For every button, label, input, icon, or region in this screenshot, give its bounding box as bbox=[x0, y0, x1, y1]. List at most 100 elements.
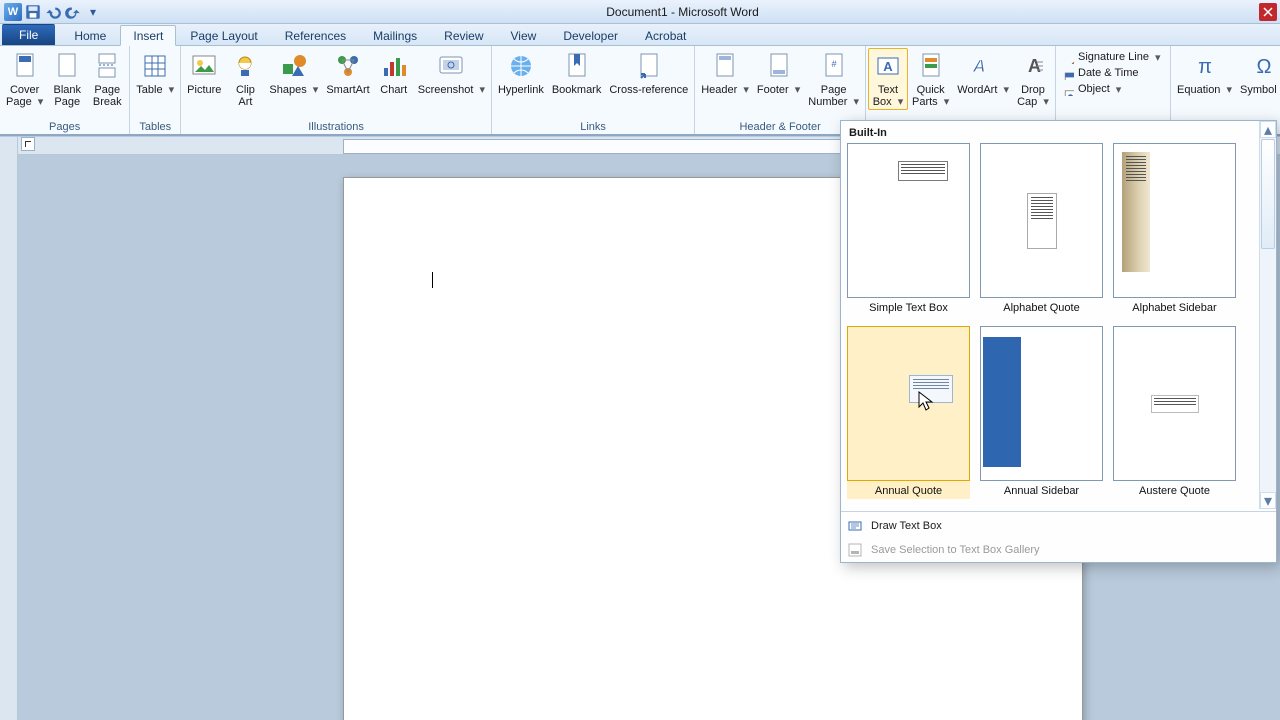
tab-home[interactable]: Home bbox=[61, 25, 119, 45]
equation-label: Equation ▾ bbox=[1177, 84, 1232, 96]
chart-button[interactable]: Chart bbox=[374, 48, 414, 98]
symbol-button[interactable]: ΩSymbol ▾ bbox=[1236, 48, 1280, 98]
undo-icon[interactable] bbox=[44, 3, 62, 21]
cover-page-button[interactable]: CoverPage ▾ bbox=[2, 48, 47, 110]
object-button[interactable]: Object▾ bbox=[1060, 82, 1166, 96]
gallery-item-simple-text-box[interactable]: Simple Text Box bbox=[847, 143, 970, 316]
wordart-icon: A bbox=[967, 50, 999, 82]
chart-icon bbox=[378, 50, 410, 82]
tab-mailings[interactable]: Mailings bbox=[360, 25, 430, 45]
gallery-item-alphabet-quote[interactable]: Alphabet Quote bbox=[980, 143, 1103, 316]
svg-text:#: # bbox=[831, 59, 836, 69]
text-box-label: TextBox ▾ bbox=[873, 84, 904, 108]
scroll-up-icon[interactable]: ▴ bbox=[1260, 121, 1276, 138]
vertical-ruler bbox=[0, 137, 18, 720]
word-art-label: WordArt ▾ bbox=[957, 84, 1009, 96]
page-break-button[interactable]: PageBreak bbox=[87, 48, 127, 110]
table-button[interactable]: Table ▾ bbox=[132, 48, 178, 98]
close-icon[interactable] bbox=[1259, 3, 1277, 21]
scroll-thumb[interactable] bbox=[1261, 139, 1275, 249]
smartart-button[interactable]: SmartArt bbox=[322, 48, 373, 98]
quick-parts-button[interactable]: QuickParts ▾ bbox=[908, 48, 953, 110]
gallery-thumb bbox=[847, 143, 970, 298]
text-box-button[interactable]: A TextBox ▾ bbox=[868, 48, 908, 110]
clip-art-label: ClipArt bbox=[236, 84, 255, 108]
tab-insert[interactable]: Insert bbox=[120, 25, 176, 46]
picture-button[interactable]: Picture bbox=[183, 48, 225, 98]
save-selection-label: Save Selection to Text Box Gallery bbox=[871, 544, 1040, 556]
signature-line-button[interactable]: Signature Line▾ bbox=[1060, 50, 1166, 64]
header-button[interactable]: Header ▾ bbox=[697, 48, 753, 98]
gallery-item-alphabet-sidebar[interactable]: Alphabet Sidebar bbox=[1113, 143, 1236, 316]
picture-icon bbox=[188, 50, 220, 82]
blank-page-label: BlankPage bbox=[54, 84, 82, 108]
customize-qat-icon[interactable]: ▾ bbox=[84, 3, 102, 21]
drop-cap-label: DropCap ▾ bbox=[1017, 84, 1049, 108]
ribbon-group: HyperlinkBookmarkCross-referenceLinks bbox=[492, 46, 695, 134]
cross-reference-button[interactable]: Cross-reference bbox=[605, 48, 692, 98]
tab-acrobat[interactable]: Acrobat bbox=[632, 25, 699, 45]
gallery-item-label: Alphabet Quote bbox=[980, 298, 1103, 316]
hyperlink-label: Hyperlink bbox=[498, 84, 544, 96]
gallery-scrollbar[interactable]: ▴ ▾ bbox=[1259, 121, 1276, 509]
header-label: Header ▾ bbox=[701, 84, 749, 96]
quick-access-toolbar: ▾ bbox=[0, 3, 106, 21]
chart-label: Chart bbox=[380, 84, 407, 96]
redo-icon[interactable] bbox=[64, 3, 82, 21]
gallery-item-annual-sidebar[interactable]: Annual Sidebar bbox=[980, 326, 1103, 499]
tab-references[interactable]: References bbox=[272, 25, 359, 45]
bookmark-button[interactable]: Bookmark bbox=[548, 48, 606, 98]
text-box-gallery: Built-In Simple Text BoxAlphabet QuoteAl… bbox=[840, 120, 1277, 563]
window-title: Document1 - Microsoft Word bbox=[106, 5, 1259, 19]
save-selection-icon bbox=[847, 542, 863, 558]
tab-view[interactable]: View bbox=[498, 25, 550, 45]
gallery-thumb bbox=[1113, 326, 1236, 481]
save-icon[interactable] bbox=[24, 3, 42, 21]
ribbon-group: CoverPage ▾ BlankPagePageBreak Pages bbox=[0, 46, 130, 134]
smartart-icon bbox=[332, 50, 364, 82]
gallery-item-austere-quote[interactable]: Austere Quote bbox=[1113, 326, 1236, 499]
screenshot-button[interactable]: Screenshot ▾ bbox=[414, 48, 489, 98]
tab-file[interactable]: File bbox=[2, 24, 55, 45]
save-selection-gallery: Save Selection to Text Box Gallery bbox=[841, 538, 1276, 562]
footer-button[interactable]: Footer ▾ bbox=[753, 48, 804, 98]
draw-text-box[interactable]: Draw Text Box bbox=[841, 514, 1276, 538]
ribbon-group-label: Pages bbox=[2, 121, 127, 134]
gallery-item-label: Simple Text Box bbox=[847, 298, 970, 316]
hyperlink-icon bbox=[505, 50, 537, 82]
gallery-thumb bbox=[1113, 143, 1236, 298]
word-app-icon[interactable] bbox=[4, 3, 22, 21]
equation-button[interactable]: πEquation ▾ bbox=[1173, 48, 1236, 98]
tab-selector[interactable] bbox=[21, 137, 35, 151]
object-icon bbox=[1060, 82, 1074, 96]
svg-text:A: A bbox=[883, 59, 893, 74]
tab-page-layout[interactable]: Page Layout bbox=[177, 25, 270, 45]
page-number-button[interactable]: #PageNumber ▾ bbox=[804, 48, 863, 110]
signature-icon bbox=[1060, 50, 1074, 64]
tab-review[interactable]: Review bbox=[431, 25, 496, 45]
gallery-item-annual-quote[interactable]: Annual Quote bbox=[847, 326, 970, 499]
gallery-item-label: Annual Quote bbox=[847, 481, 970, 499]
scroll-down-icon[interactable]: ▾ bbox=[1260, 492, 1276, 509]
gallery-thumb bbox=[980, 143, 1103, 298]
hyperlink-button[interactable]: Hyperlink bbox=[494, 48, 548, 98]
symbol-icon: Ω bbox=[1248, 50, 1280, 82]
crossref-icon bbox=[633, 50, 665, 82]
date-time-label: Date & Time bbox=[1078, 67, 1139, 79]
bookmark-icon bbox=[561, 50, 593, 82]
quick-parts-label: QuickParts ▾ bbox=[912, 84, 949, 108]
tab-developer[interactable]: Developer bbox=[550, 25, 631, 45]
clip-art-button[interactable]: ClipArt bbox=[225, 48, 265, 110]
drop-cap-button[interactable]: ADropCap ▾ bbox=[1013, 48, 1053, 110]
svg-text:Ω: Ω bbox=[1257, 56, 1272, 78]
screenshot-icon bbox=[435, 50, 467, 82]
footer-icon bbox=[763, 50, 795, 82]
shapes-button[interactable]: Shapes ▾ bbox=[265, 48, 322, 98]
word-art-button[interactable]: A WordArt ▾ bbox=[953, 48, 1013, 98]
gallery-thumb bbox=[980, 326, 1103, 481]
table-label: Table ▾ bbox=[136, 84, 174, 96]
date-time-button[interactable]: 12Date & Time bbox=[1060, 66, 1166, 80]
page-number-icon: # bbox=[818, 50, 850, 82]
blank-page-button[interactable]: BlankPage bbox=[47, 48, 87, 110]
page-break-icon bbox=[91, 50, 123, 82]
